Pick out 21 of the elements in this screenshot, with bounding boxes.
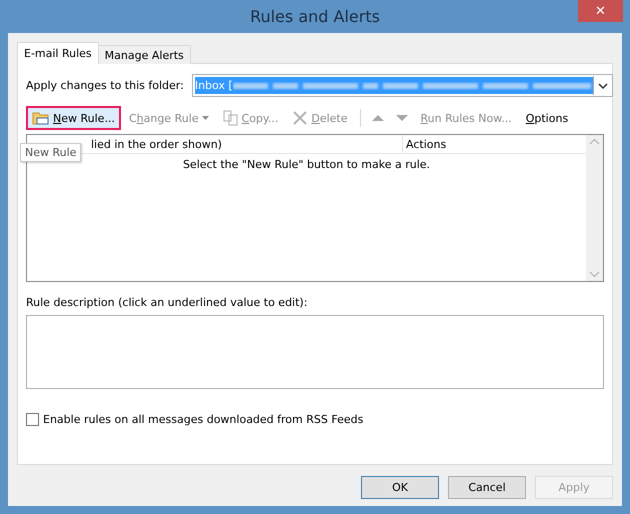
toolbar-button[interactable]: Options	[520, 108, 574, 128]
dialog-button[interactable]: Cancel	[448, 476, 526, 499]
tab[interactable]: Manage Alerts	[98, 45, 191, 64]
checkbox[interactable]	[26, 413, 39, 426]
window-title: Rules and Alerts	[250, 7, 380, 26]
tab[interactable]: E-mail Rules	[17, 42, 99, 64]
copy-icon	[222, 110, 239, 126]
description-label: Rule description (click an underlined value to edit):	[26, 296, 308, 309]
scroll-down-icon[interactable]	[590, 272, 599, 277]
rss-option-label: Enable rules on all messages downloaded from RSS Feeds	[43, 413, 364, 426]
dialog-button[interactable]: OK	[361, 476, 439, 499]
toolbar-button[interactable]: New Rule...	[26, 106, 121, 130]
close-icon	[292, 110, 308, 126]
column-header[interactable]: Actions	[403, 135, 586, 153]
tooltip: New Rule	[20, 143, 82, 162]
empty-message: Select the "New Rule" button to make a rule.	[182, 158, 430, 171]
folder-label: Apply changes to this folder:	[26, 79, 184, 92]
close-button[interactable]: ✕	[578, 0, 623, 22]
folder-icon	[32, 110, 50, 126]
scrollbar[interactable]	[586, 135, 603, 281]
scroll-up-icon[interactable]	[590, 139, 599, 144]
